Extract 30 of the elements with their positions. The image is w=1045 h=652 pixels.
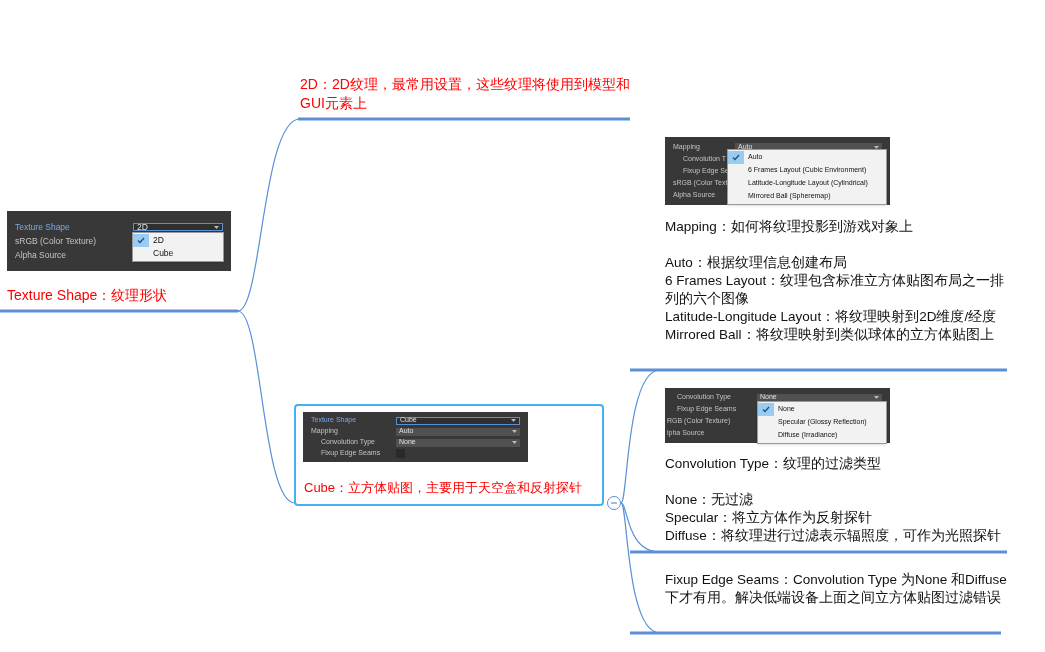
- node-text: Mirrored Ball：将纹理映射到类似球体的立方体贴图上: [665, 326, 995, 344]
- property-dropdown[interactable]: 2D: [133, 223, 223, 231]
- node-title: Mapping：如何将纹理投影到游戏对象上: [665, 218, 914, 236]
- caret-icon: [874, 396, 879, 399]
- topic-node[interactable]: [294, 404, 604, 506]
- collapse-toggle[interactable]: [607, 496, 621, 510]
- caret-icon: [512, 441, 517, 444]
- node-title: Convolution Type：纹理的过滤类型: [665, 455, 883, 473]
- checkmark-icon: [732, 154, 740, 161]
- node-text: 6 Frames Layout：纹理包含标准立方体贴图布局之一排列的六个图像: [665, 272, 1006, 308]
- topic-node[interactable]: 2D：2D纹理，最常用设置，这些纹理将使用到模型和GUI元素上: [300, 75, 630, 113]
- menu-item[interactable]: Cube: [133, 247, 223, 260]
- node-text: Diffuse：将纹理进行过滤表示辐照度，可作为光照探针: [665, 527, 1002, 545]
- minus-icon: [610, 499, 618, 507]
- caret-icon: [214, 225, 219, 229]
- property-label: sRGB (Color Texture): [15, 234, 98, 248]
- menu-item[interactable]: 2D: [133, 234, 223, 247]
- checkmark-icon: [137, 237, 145, 244]
- node-text: Auto：根据纹理信息创建布局: [665, 254, 848, 272]
- checkmark-icon: [762, 406, 770, 413]
- property-label: Texture Shape: [15, 220, 71, 234]
- node-text: None：无过滤: [665, 491, 755, 509]
- caret-icon: [512, 430, 517, 433]
- node-text: Specular：将立方体作为反射探针: [665, 509, 874, 527]
- node-label: Texture Shape：纹理形状: [7, 286, 168, 305]
- node-text: Latitude-Longitude Layout：将纹理映射到2D维度/经度: [665, 308, 998, 326]
- caret-icon: [511, 419, 516, 422]
- node-label: Cube：立方体贴图，主要用于天空盒和反射探针: [304, 479, 583, 497]
- property-label: Alpha Source: [15, 248, 68, 262]
- node-title: Fixup Edge Seams：Convolution Type 为None 和Diffuse下才有用。解决低端设备上面之间立方体贴图过滤错误: [665, 571, 1008, 607]
